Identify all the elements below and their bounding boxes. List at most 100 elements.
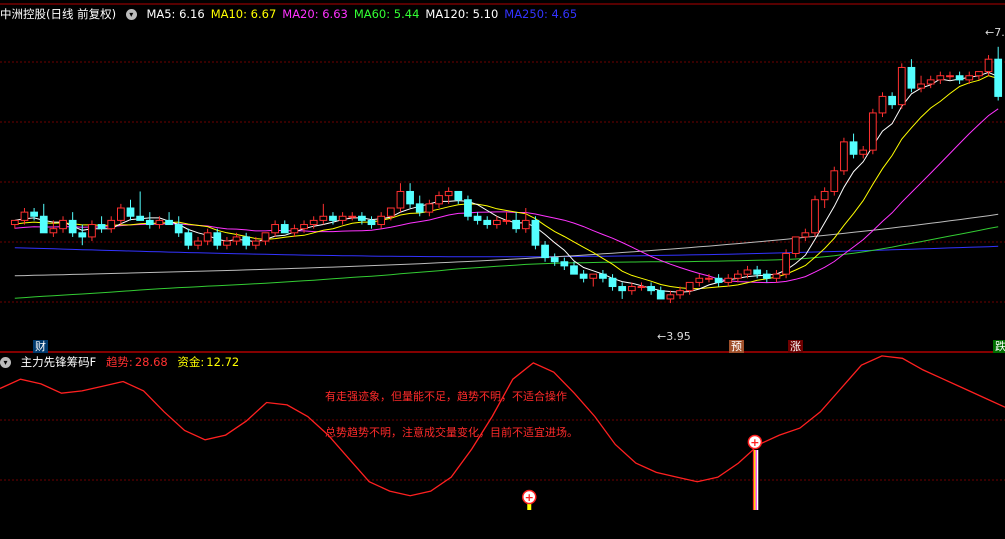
candle-up [830, 170, 839, 192]
candle-up [521, 219, 530, 230]
candle-up [859, 149, 868, 155]
candle-down [184, 232, 193, 246]
candle-down [165, 219, 173, 226]
candle-down [647, 286, 655, 292]
chevron-down-icon[interactable]: ▾ [0, 357, 11, 368]
candle-down [464, 199, 472, 217]
candle-up [936, 75, 945, 81]
legend-ma120: MA120: 5.10 [425, 7, 499, 21]
candle-down [367, 219, 376, 226]
candle-down [126, 207, 135, 217]
signal-bar [755, 450, 757, 510]
candle-up [840, 141, 848, 172]
candle-up [724, 277, 733, 283]
candle-down [541, 244, 549, 259]
candle-down [454, 190, 463, 201]
candle-up [685, 281, 694, 292]
candle-up [444, 190, 453, 197]
price-chart[interactable]: ++ [0, 0, 1005, 539]
analysis-note-2: 总势趋势不明，注意成交量变化，目前不适宜进场。 [325, 426, 578, 439]
candle-up [705, 277, 713, 280]
candle-up [878, 95, 887, 114]
marker-cai[interactable]: 财 [33, 340, 48, 353]
candle-up [589, 273, 598, 279]
signal-bar [756, 450, 759, 510]
fund-value: 12.72 [206, 355, 240, 369]
candle-up [10, 219, 19, 226]
candle-down [174, 224, 183, 234]
candle-up [251, 240, 260, 246]
candle-up [695, 277, 704, 283]
fund-label: 资金: [177, 355, 205, 369]
candle-up [782, 252, 790, 275]
buy-signal-label: + [750, 436, 759, 449]
candle-up [348, 215, 357, 218]
candle-down [888, 95, 897, 106]
candle-down [994, 58, 1003, 97]
candle-up [666, 294, 675, 300]
candle-up [338, 215, 347, 221]
candle-down [329, 215, 337, 221]
candle-up [435, 195, 443, 205]
ma250-line [14, 245, 999, 258]
candle-up [425, 203, 434, 213]
candle-up [743, 269, 752, 275]
candle-up [386, 207, 395, 217]
candle-down [78, 232, 87, 238]
candle-down [714, 277, 723, 283]
candle-up [271, 224, 279, 234]
candle-up [772, 273, 781, 279]
candle-up [926, 79, 935, 85]
candle-up [49, 228, 58, 234]
signal-bar [752, 450, 755, 510]
candle-up [975, 71, 983, 77]
candle-down [280, 224, 289, 234]
marker-die[interactable]: 跌 [993, 340, 1005, 353]
candle-down [483, 219, 492, 226]
high-price-label: ←7. [985, 26, 1005, 39]
candle-down [30, 211, 38, 217]
candle-up [232, 236, 241, 242]
candle-up [116, 207, 125, 221]
candle-down [762, 273, 771, 279]
candle-down [473, 215, 482, 221]
stock-chart-window: + + 中洲控股(日线 前复权) ▾ MA5: 6.16 MA10: 6.67 MA2… [0, 0, 1005, 539]
candle-up [801, 232, 810, 238]
candle-up [194, 240, 202, 246]
candle-up [203, 232, 212, 242]
candle-up [396, 190, 405, 209]
candle-up [300, 224, 308, 230]
candle-up [261, 232, 270, 242]
chevron-down-icon[interactable]: ▾ [125, 9, 137, 20]
candle-up [946, 75, 954, 78]
candle-up [20, 211, 29, 221]
candle-up [917, 83, 925, 89]
candle-up [791, 236, 800, 254]
candle-down [531, 219, 540, 246]
candle-up [309, 219, 318, 226]
candle-down [358, 215, 366, 221]
candle-up [319, 215, 328, 221]
candle-up [820, 190, 829, 201]
candle-up [502, 219, 511, 222]
candle-down [97, 224, 106, 230]
low-price-label: ←3.95 [657, 330, 691, 343]
candle-up [897, 66, 906, 106]
candle-down [145, 219, 154, 226]
indicator-title: 主力先锋筹码F [20, 355, 97, 369]
stock-title: 中洲控股(日线 前复权) [0, 7, 117, 21]
candle-up [377, 215, 386, 226]
candle-up [676, 290, 684, 296]
candle-down [608, 277, 617, 288]
signal-bar [754, 450, 756, 510]
candle-up [627, 286, 636, 292]
candle-down [39, 215, 48, 234]
buy-signal-label: + [525, 491, 534, 504]
trend-label: 趋势: [105, 355, 133, 369]
marker-zhang[interactable]: 涨 [788, 340, 803, 353]
candle-up [107, 219, 116, 230]
candle-down [955, 75, 964, 81]
marker-yu[interactable]: 预 [729, 340, 744, 353]
candle-down [68, 219, 77, 234]
candle-up [492, 219, 501, 226]
